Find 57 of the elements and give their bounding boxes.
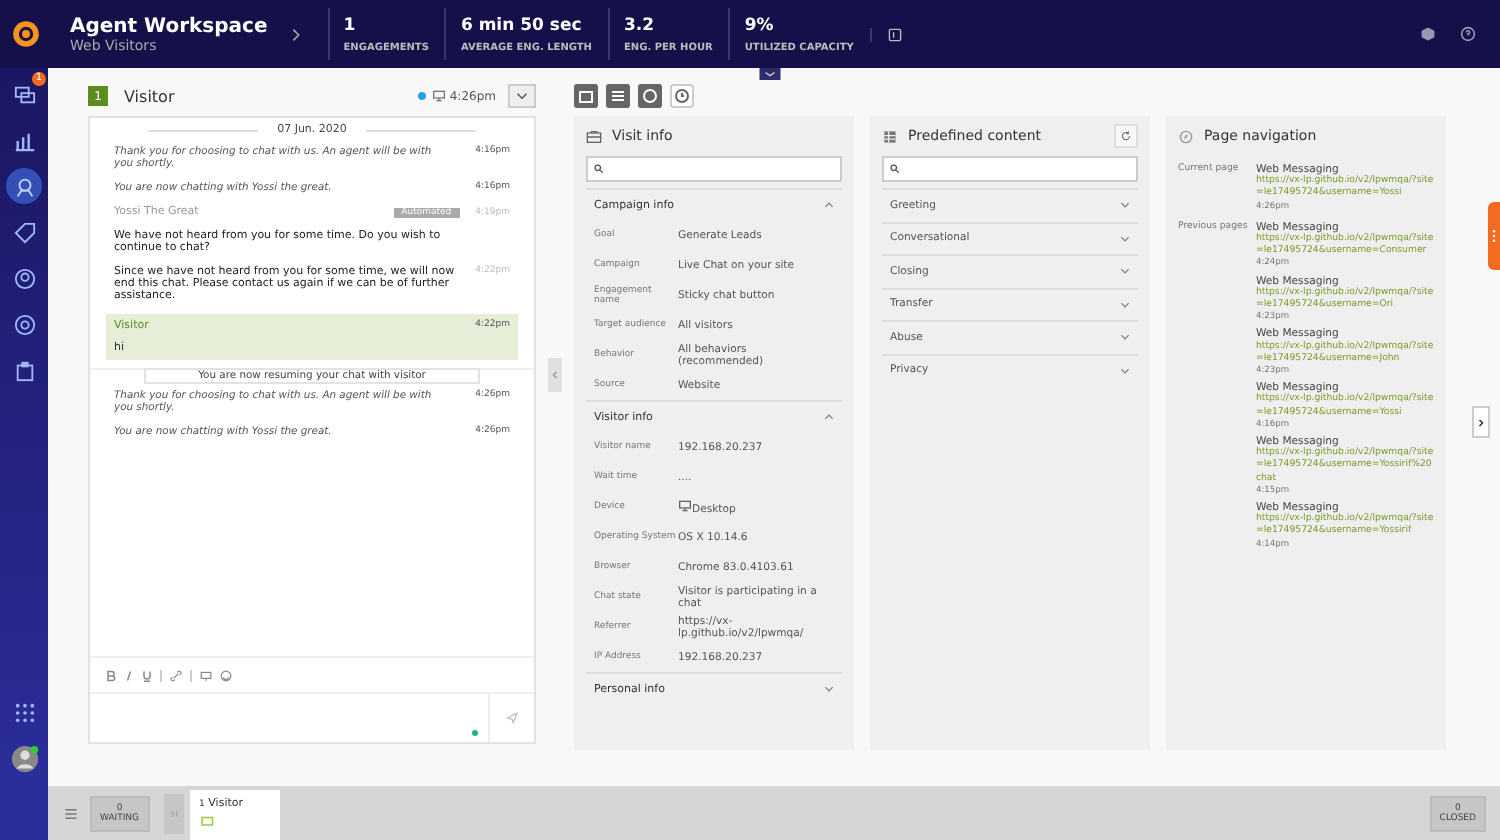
chevron-down-icon (1120, 202, 1130, 209)
screen-share-icon[interactable] (200, 669, 212, 681)
grid-table-icon (882, 129, 898, 143)
refresh-icon (1120, 130, 1132, 142)
clipboard-icon (13, 359, 35, 381)
tag-icon (13, 221, 35, 243)
status-dot-icon (417, 92, 426, 100)
monitor-icon (678, 499, 692, 511)
chevron-left-icon (552, 370, 558, 380)
dropdown-button[interactable] (508, 84, 536, 108)
monitor-icon (431, 90, 446, 102)
search-field[interactable] (882, 156, 1138, 182)
bold-button[interactable] (106, 669, 116, 681)
chevron-right-icon (1478, 417, 1484, 427)
underline-button[interactable] (142, 669, 152, 681)
stat-value: 3.2 (624, 15, 657, 35)
workspace-title: Agent Workspace (70, 15, 268, 37)
expand-right-button[interactable] (1472, 406, 1490, 438)
chevron-icon (824, 414, 834, 420)
circle-icon (13, 313, 35, 335)
list-icon[interactable] (606, 84, 630, 108)
chat-icon (13, 83, 35, 105)
search-icon (594, 164, 604, 174)
search-field[interactable] (586, 156, 842, 182)
chevron-down-icon (1120, 334, 1130, 341)
help-icon[interactable] (1460, 26, 1476, 42)
chevron-down-icon (1120, 235, 1130, 242)
menu-icon[interactable] (64, 807, 78, 819)
chevron-down-icon (1120, 367, 1130, 374)
refresh-button[interactable] (1114, 124, 1138, 148)
collapse-handle[interactable] (548, 358, 562, 392)
chevron-down-icon (1120, 268, 1130, 275)
visitor-name: Visitor (124, 87, 177, 105)
search-icon (890, 164, 900, 174)
link-icon[interactable] (170, 669, 182, 681)
chevron-down-icon (1120, 301, 1130, 308)
more-options-tab[interactable] (1488, 202, 1500, 270)
user-circle-icon (13, 267, 35, 289)
cube-icon[interactable] (1420, 26, 1436, 42)
chevron-icon (824, 686, 834, 692)
history-icon[interactable] (670, 84, 694, 108)
chevron-right-icon[interactable] (291, 27, 300, 41)
stat-value: 1 (343, 15, 358, 35)
apps-grid-icon[interactable] (13, 702, 35, 724)
expand-icon[interactable] (869, 27, 902, 41)
nav-item[interactable] (6, 168, 42, 204)
emoji-icon[interactable] (220, 669, 232, 681)
italic-button[interactable] (124, 669, 134, 681)
dropdown-tab-icon[interactable] (756, 68, 784, 80)
chat-bubble-icon (199, 816, 216, 828)
caret-icon (516, 92, 528, 100)
sun-logo-icon (10, 18, 42, 50)
stat-value: 6 min 50 sec (460, 15, 584, 35)
chevron-icon (824, 202, 834, 208)
avatar-icon[interactable] (9, 744, 39, 774)
stat-value: 9% (744, 15, 776, 35)
bar-chart-icon (13, 129, 35, 151)
